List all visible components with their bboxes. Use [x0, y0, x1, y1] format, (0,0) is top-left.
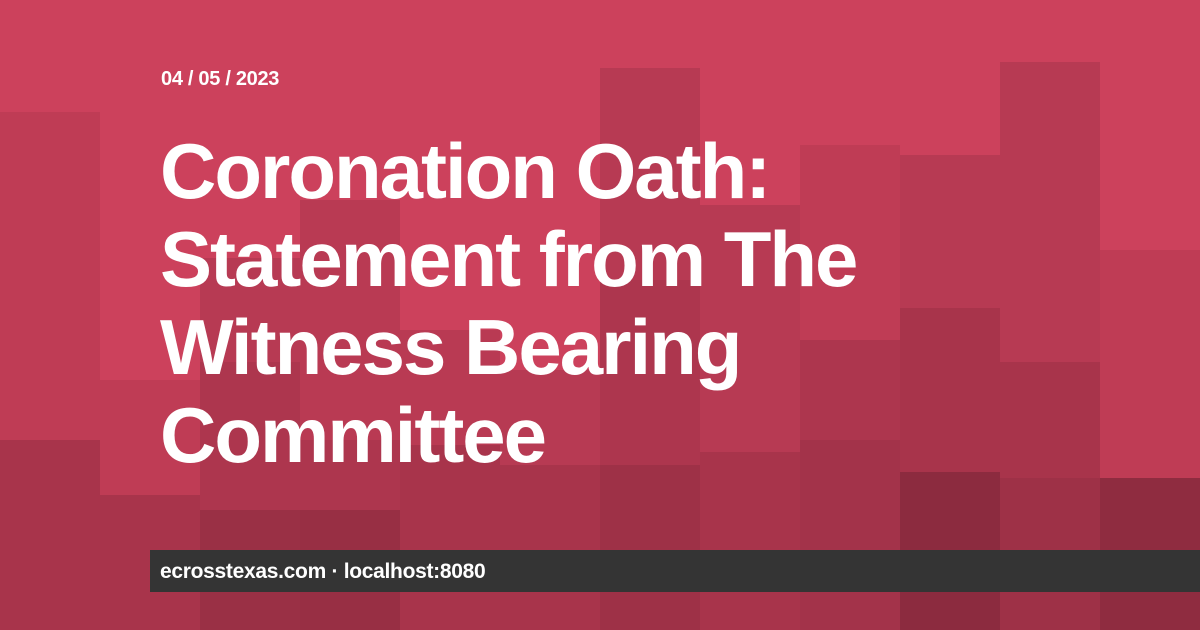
footer-bar: ecrosstexas.com · localhost:8080 — [150, 550, 1200, 592]
post-title: Coronation Oath: Statement from The Witn… — [160, 127, 858, 479]
site-url-label: ecrosstexas.com · localhost:8080 — [160, 560, 486, 583]
background-block — [500, 465, 600, 630]
post-date: 04 / 05 / 2023 — [161, 68, 280, 90]
background-block — [600, 465, 700, 630]
background-block — [0, 440, 100, 630]
